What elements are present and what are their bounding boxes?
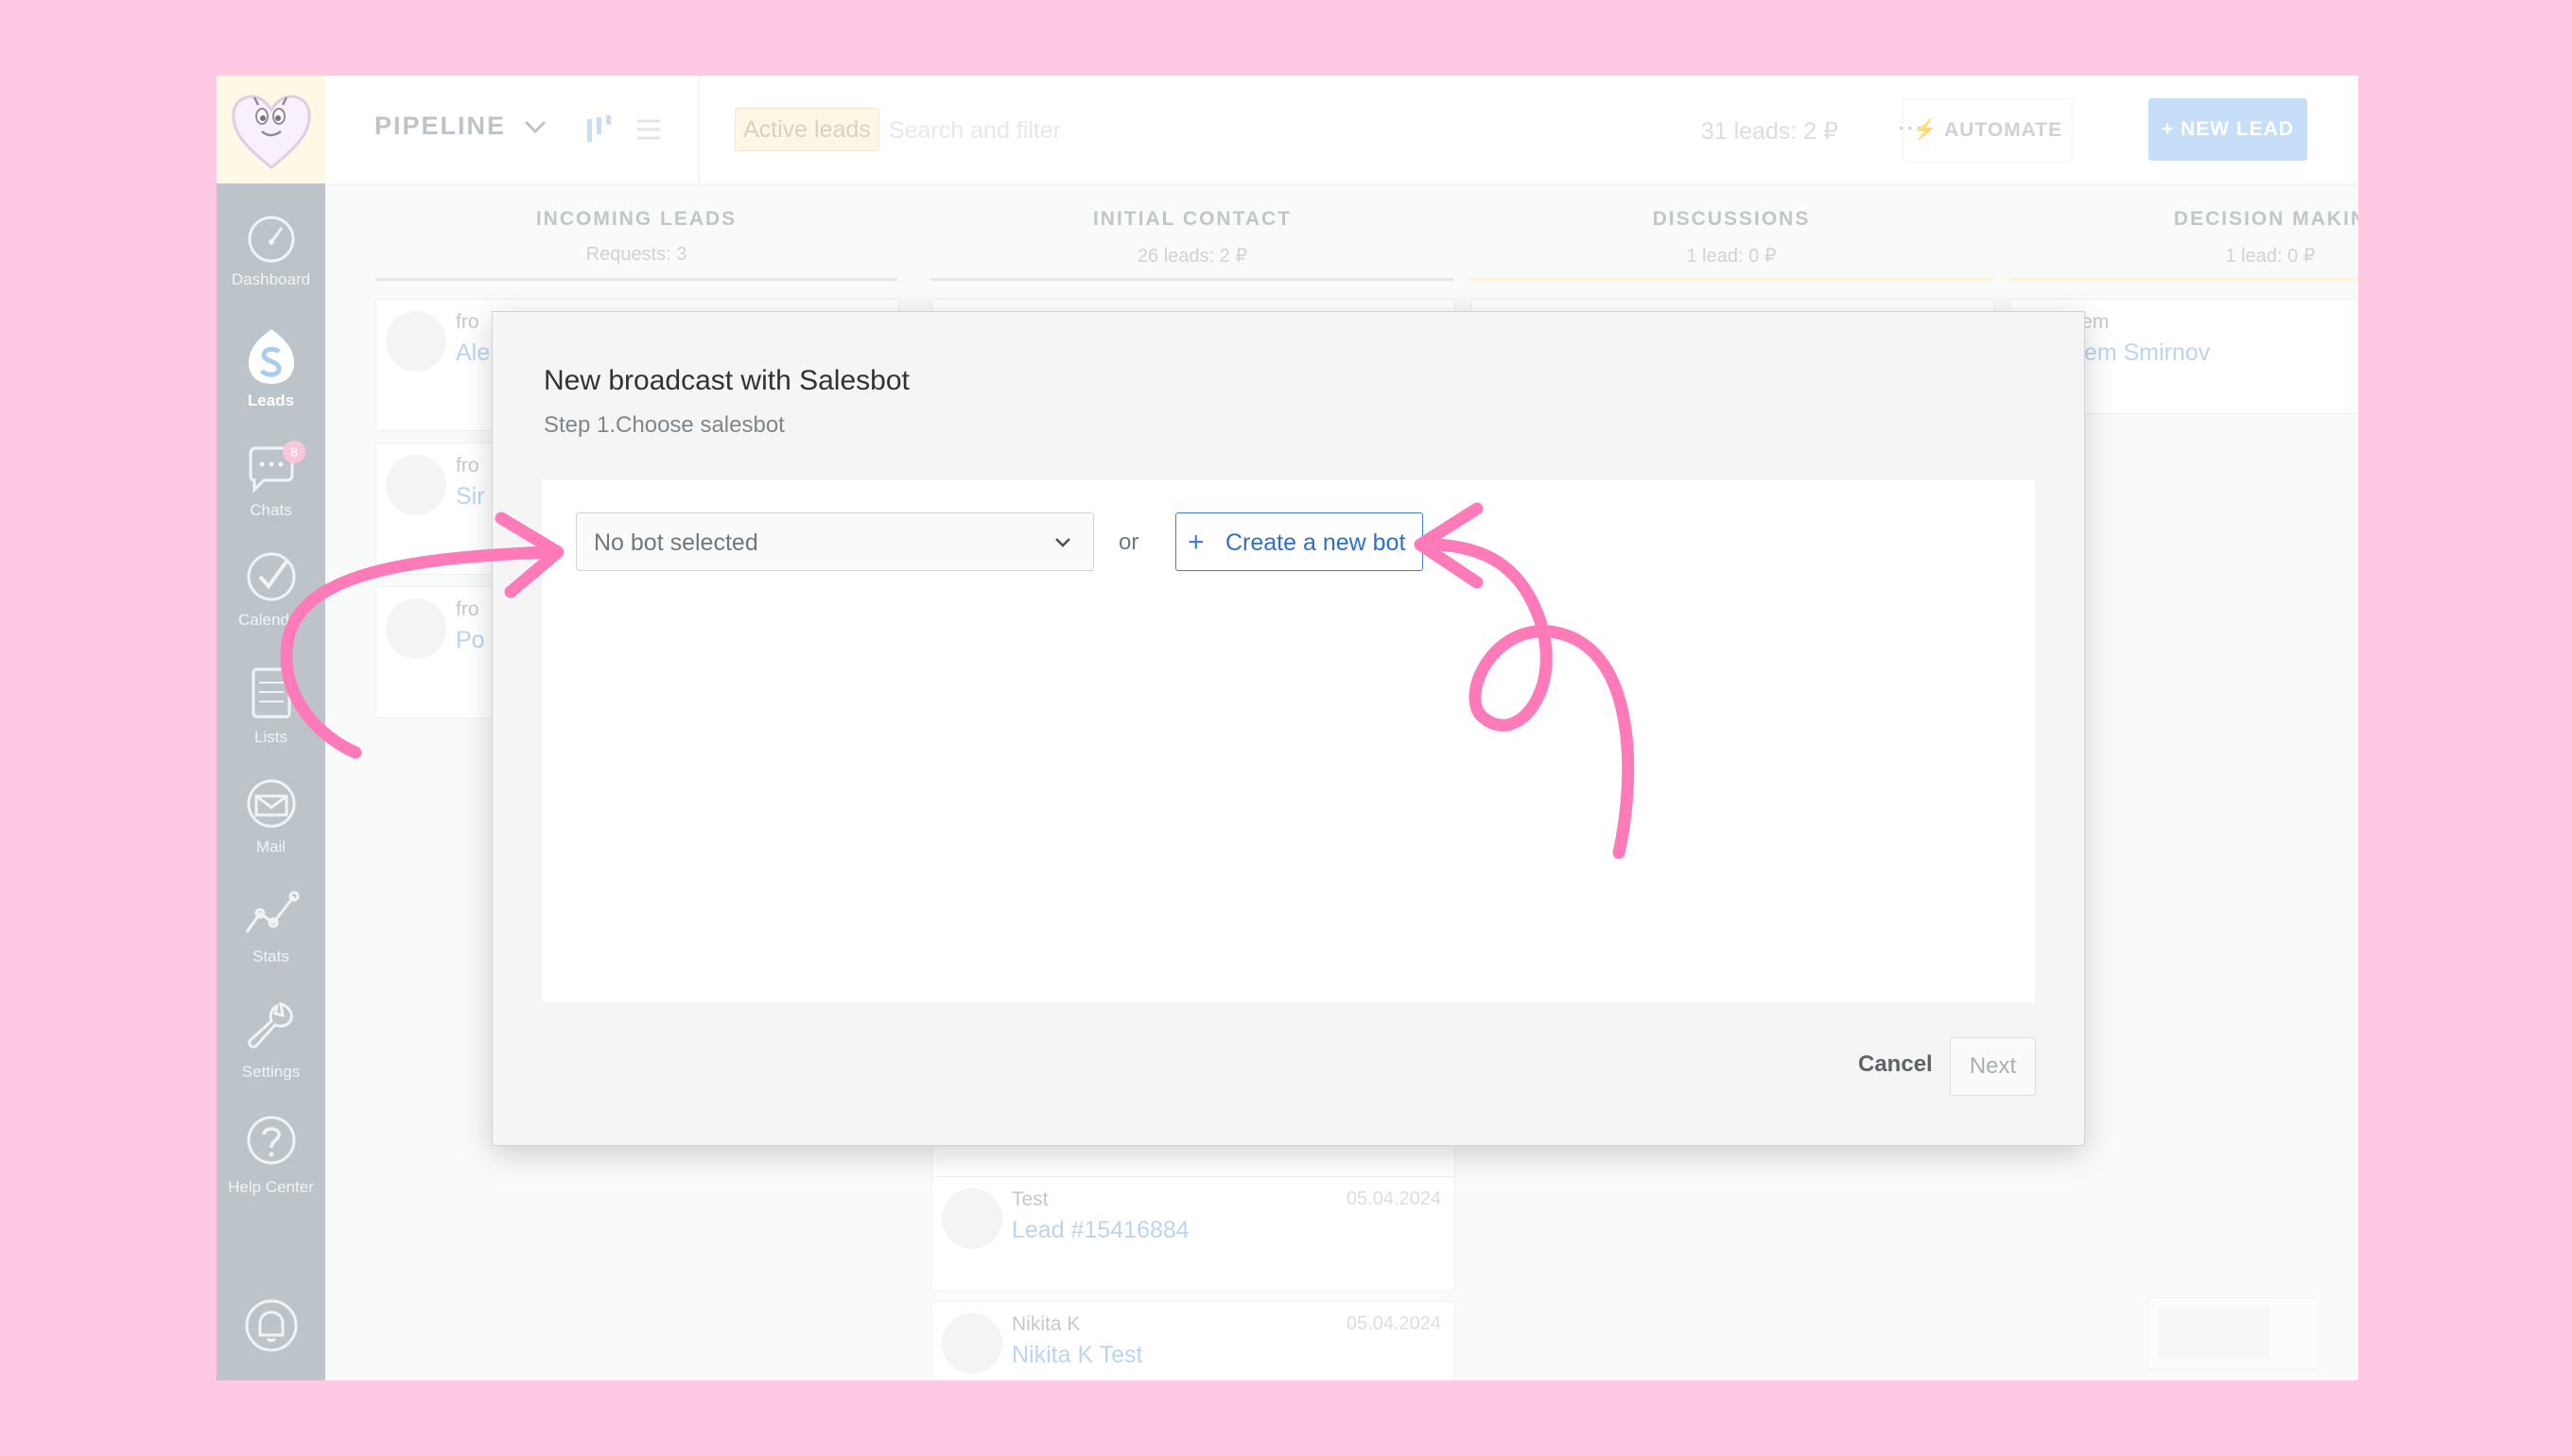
modal-title: New broadcast with Salesbot <box>544 365 910 396</box>
modal-subtitle: Step 1.Choose salesbot <box>544 412 785 438</box>
cancel-button[interactable]: Cancel <box>1858 1051 1933 1078</box>
create-new-bot-label: Create a new bot <box>1225 529 1406 556</box>
next-button[interactable]: Next <box>1950 1037 2036 1096</box>
modal-body: No bot selected or + Create a new bot <box>542 479 2035 1002</box>
salesbot-broadcast-modal: New broadcast with Salesbot Step 1.Choos… <box>492 311 2085 1146</box>
plus-icon: + <box>1188 527 1205 558</box>
create-new-bot-button[interactable]: + Create a new bot <box>1175 512 1423 571</box>
chevron-down-icon <box>1055 538 1070 547</box>
salesbot-select-value: No bot selected <box>594 529 758 556</box>
or-label: or <box>1119 529 1139 555</box>
salesbot-select[interactable]: No bot selected <box>576 512 1094 571</box>
